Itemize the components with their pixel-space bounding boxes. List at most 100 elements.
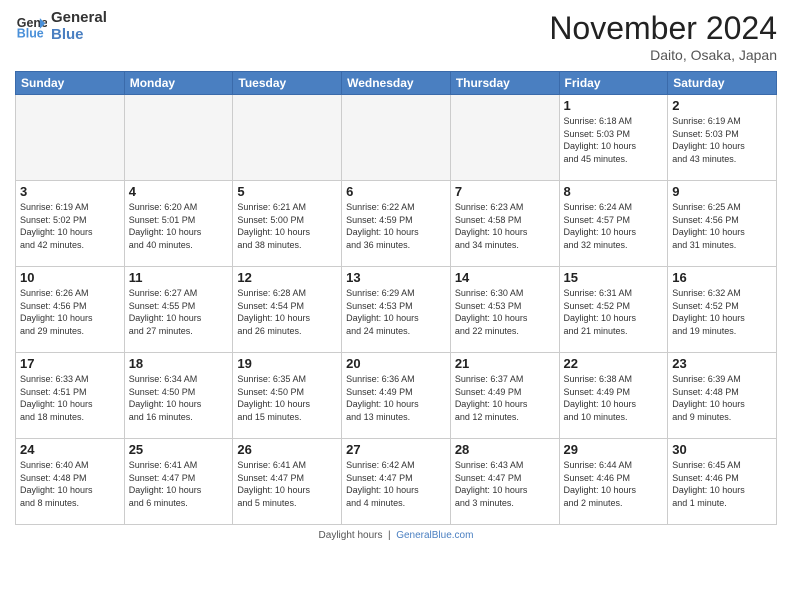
day-info: Sunrise: 6:24 AM Sunset: 4:57 PM Dayligh… bbox=[564, 201, 664, 251]
logo-icon: General Blue bbox=[15, 11, 47, 43]
calendar-cell: 6Sunrise: 6:22 AM Sunset: 4:59 PM Daylig… bbox=[342, 181, 451, 267]
day-number: 26 bbox=[237, 442, 337, 457]
day-info: Sunrise: 6:28 AM Sunset: 4:54 PM Dayligh… bbox=[237, 287, 337, 337]
day-number: 3 bbox=[20, 184, 120, 199]
day-number: 14 bbox=[455, 270, 555, 285]
location: Daito, Osaka, Japan bbox=[549, 47, 777, 63]
calendar-cell: 16 Sunrise: 6:32 AM Sunset: 4:52 PM Dayli… bbox=[668, 267, 777, 353]
day-info: Sunrise: 6:38 AM Sunset: 4:49 PM Dayligh… bbox=[564, 373, 664, 423]
title-block: November 2024 Daito, Osaka, Japan bbox=[549, 10, 777, 63]
footer-text: Daylight hours bbox=[319, 530, 383, 541]
calendar-cell: 29Sunrise: 6:44 AM Sunset: 4:46 PM Dayli… bbox=[559, 439, 668, 525]
calendar-cell: 14 Sunrise: 6:30 AM Sunset: 4:53 PM Dayli… bbox=[450, 267, 559, 353]
header: General Blue General Blue November 2024 … bbox=[15, 10, 777, 63]
day-info: Sunrise: 6:45 AM Sunset: 4:46 PM Dayligh… bbox=[672, 459, 772, 509]
week-row-5: 24 Sunrise: 6:40 AM Sunset: 4:48 PM Dayli… bbox=[16, 439, 777, 525]
day-info: Sunrise: 6:19 AM Sunset: 5:03 PM Dayligh… bbox=[672, 115, 772, 165]
day-number: 11 bbox=[129, 270, 229, 285]
calendar-cell: 23 Sunrise: 6:39 AM Sunset: 4:48 PM Dayli… bbox=[668, 353, 777, 439]
calendar-cell: 27Sunrise: 6:42 AM Sunset: 4:47 PM Dayli… bbox=[342, 439, 451, 525]
footer: Daylight hours | GeneralBlue.com bbox=[15, 530, 777, 541]
week-row-1: 1Sunrise: 6:18 AM Sunset: 5:03 PM Daylig… bbox=[16, 95, 777, 181]
calendar-header: SundayMondayTuesdayWednesdayThursdayFrid… bbox=[16, 72, 777, 95]
calendar-cell: 18 Sunrise: 6:34 AM Sunset: 4:50 PM Dayli… bbox=[124, 353, 233, 439]
day-number: 22 bbox=[564, 356, 664, 371]
weekday-tuesday: Tuesday bbox=[233, 72, 342, 95]
day-number: 16 bbox=[672, 270, 772, 285]
calendar-cell: 11Sunrise: 6:27 AM Sunset: 4:55 PM Dayli… bbox=[124, 267, 233, 353]
day-number: 25 bbox=[129, 442, 229, 457]
calendar-cell: 2 Sunrise: 6:19 AM Sunset: 5:03 PM Daylig… bbox=[668, 95, 777, 181]
day-number: 5 bbox=[237, 184, 337, 199]
calendar-cell: 30 Sunrise: 6:45 AM Sunset: 4:46 PM Dayli… bbox=[668, 439, 777, 525]
calendar-cell: 5 Sunrise: 6:21 AM Sunset: 5:00 PM Daylig… bbox=[233, 181, 342, 267]
weekday-saturday: Saturday bbox=[668, 72, 777, 95]
calendar-cell: 21 Sunrise: 6:37 AM Sunset: 4:49 PM Dayli… bbox=[450, 353, 559, 439]
calendar-cell: 20Sunrise: 6:36 AM Sunset: 4:49 PM Dayli… bbox=[342, 353, 451, 439]
calendar-cell: 17 Sunrise: 6:33 AM Sunset: 4:51 PM Dayli… bbox=[16, 353, 125, 439]
calendar-cell: 1Sunrise: 6:18 AM Sunset: 5:03 PM Daylig… bbox=[559, 95, 668, 181]
calendar-cell: 12Sunrise: 6:28 AM Sunset: 4:54 PM Dayli… bbox=[233, 267, 342, 353]
day-info: Sunrise: 6:19 AM Sunset: 5:02 PM Dayligh… bbox=[20, 201, 120, 251]
day-info: Sunrise: 6:37 AM Sunset: 4:49 PM Dayligh… bbox=[455, 373, 555, 423]
day-info: Sunrise: 6:20 AM Sunset: 5:01 PM Dayligh… bbox=[129, 201, 229, 251]
day-info: Sunrise: 6:31 AM Sunset: 4:52 PM Dayligh… bbox=[564, 287, 664, 337]
calendar-cell: 25 Sunrise: 6:41 AM Sunset: 4:47 PM Dayli… bbox=[124, 439, 233, 525]
day-number: 30 bbox=[672, 442, 772, 457]
day-number: 2 bbox=[672, 98, 772, 113]
logo-line1: General bbox=[51, 10, 107, 27]
day-number: 18 bbox=[129, 356, 229, 371]
main-container: General Blue General Blue November 2024 … bbox=[0, 0, 792, 612]
day-number: 13 bbox=[346, 270, 446, 285]
calendar-cell: 26 Sunrise: 6:41 AM Sunset: 4:47 PM Dayli… bbox=[233, 439, 342, 525]
day-number: 9 bbox=[672, 184, 772, 199]
calendar-cell bbox=[16, 95, 125, 181]
day-info: Sunrise: 6:41 AM Sunset: 4:47 PM Dayligh… bbox=[129, 459, 229, 509]
day-info: Sunrise: 6:36 AM Sunset: 4:49 PM Dayligh… bbox=[346, 373, 446, 423]
calendar-cell bbox=[124, 95, 233, 181]
calendar-cell: 24 Sunrise: 6:40 AM Sunset: 4:48 PM Dayli… bbox=[16, 439, 125, 525]
calendar-cell: 10Sunrise: 6:26 AM Sunset: 4:56 PM Dayli… bbox=[16, 267, 125, 353]
day-info: Sunrise: 6:41 AM Sunset: 4:47 PM Dayligh… bbox=[237, 459, 337, 509]
day-info: Sunrise: 6:43 AM Sunset: 4:47 PM Dayligh… bbox=[455, 459, 555, 509]
day-number: 19 bbox=[237, 356, 337, 371]
day-info: Sunrise: 6:25 AM Sunset: 4:56 PM Dayligh… bbox=[672, 201, 772, 251]
week-row-3: 10Sunrise: 6:26 AM Sunset: 4:56 PM Dayli… bbox=[16, 267, 777, 353]
weekday-monday: Monday bbox=[124, 72, 233, 95]
calendar-cell: 13 Sunrise: 6:29 AM Sunset: 4:53 PM Dayli… bbox=[342, 267, 451, 353]
day-number: 23 bbox=[672, 356, 772, 371]
day-number: 28 bbox=[455, 442, 555, 457]
day-info: Sunrise: 6:30 AM Sunset: 4:53 PM Dayligh… bbox=[455, 287, 555, 337]
logo-line2: Blue bbox=[51, 27, 107, 44]
day-number: 17 bbox=[20, 356, 120, 371]
day-info: Sunrise: 6:39 AM Sunset: 4:48 PM Dayligh… bbox=[672, 373, 772, 423]
week-row-2: 3 Sunrise: 6:19 AM Sunset: 5:02 PM Daylig… bbox=[16, 181, 777, 267]
day-info: Sunrise: 6:21 AM Sunset: 5:00 PM Dayligh… bbox=[237, 201, 337, 251]
calendar-cell: 7Sunrise: 6:23 AM Sunset: 4:58 PM Daylig… bbox=[450, 181, 559, 267]
calendar-cell: 22 Sunrise: 6:38 AM Sunset: 4:49 PM Dayli… bbox=[559, 353, 668, 439]
weekday-thursday: Thursday bbox=[450, 72, 559, 95]
day-number: 24 bbox=[20, 442, 120, 457]
weekday-friday: Friday bbox=[559, 72, 668, 95]
calendar-body: 1Sunrise: 6:18 AM Sunset: 5:03 PM Daylig… bbox=[16, 95, 777, 525]
calendar-cell: 4Sunrise: 6:20 AM Sunset: 5:01 PM Daylig… bbox=[124, 181, 233, 267]
day-info: Sunrise: 6:42 AM Sunset: 4:47 PM Dayligh… bbox=[346, 459, 446, 509]
calendar-cell bbox=[450, 95, 559, 181]
footer-link[interactable]: GeneralBlue.com bbox=[396, 530, 473, 541]
weekday-wednesday: Wednesday bbox=[342, 72, 451, 95]
svg-text:Blue: Blue bbox=[17, 26, 44, 40]
calendar-cell: 9 Sunrise: 6:25 AM Sunset: 4:56 PM Daylig… bbox=[668, 181, 777, 267]
day-number: 6 bbox=[346, 184, 446, 199]
day-info: Sunrise: 6:26 AM Sunset: 4:56 PM Dayligh… bbox=[20, 287, 120, 337]
day-number: 7 bbox=[455, 184, 555, 199]
day-number: 29 bbox=[564, 442, 664, 457]
day-number: 21 bbox=[455, 356, 555, 371]
calendar-cell: 8Sunrise: 6:24 AM Sunset: 4:57 PM Daylig… bbox=[559, 181, 668, 267]
day-info: Sunrise: 6:32 AM Sunset: 4:52 PM Dayligh… bbox=[672, 287, 772, 337]
day-info: Sunrise: 6:40 AM Sunset: 4:48 PM Dayligh… bbox=[20, 459, 120, 509]
day-info: Sunrise: 6:34 AM Sunset: 4:50 PM Dayligh… bbox=[129, 373, 229, 423]
calendar-cell: 28 Sunrise: 6:43 AM Sunset: 4:47 PM Dayli… bbox=[450, 439, 559, 525]
day-info: Sunrise: 6:33 AM Sunset: 4:51 PM Dayligh… bbox=[20, 373, 120, 423]
day-info: Sunrise: 6:29 AM Sunset: 4:53 PM Dayligh… bbox=[346, 287, 446, 337]
day-number: 1 bbox=[564, 98, 664, 113]
